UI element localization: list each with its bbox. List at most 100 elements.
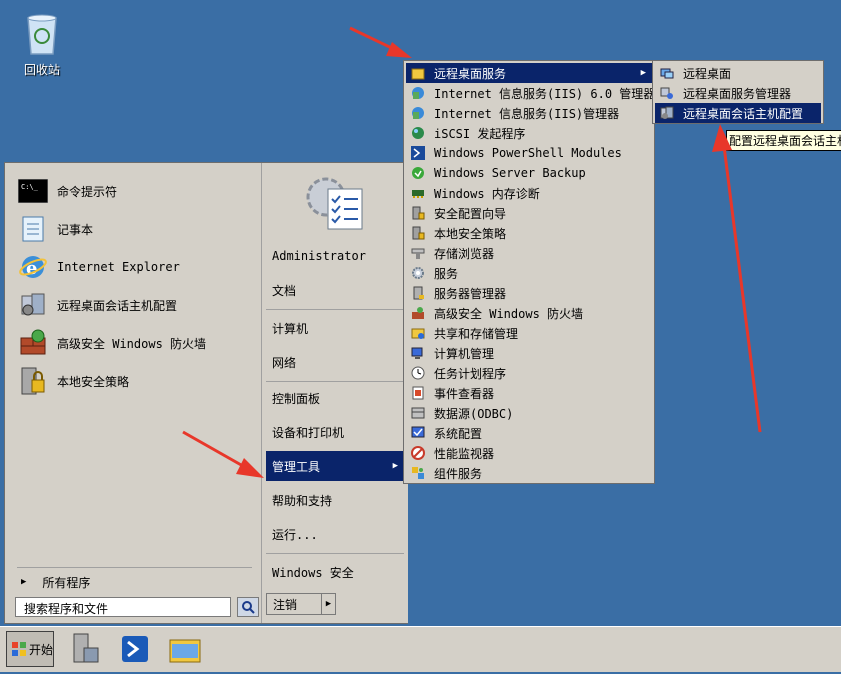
pinned-item-label: 远程桌面会话主机配置 — [57, 298, 178, 313]
run-label: 运行... — [272, 527, 318, 542]
admin-item-iis6[interactable]: Internet 信息服务(IIS) 6.0 管理器 — [406, 83, 656, 103]
search-input[interactable]: 搜索程序和文件 — [15, 597, 231, 617]
right-item-windows-security[interactable]: Windows 安全 — [266, 557, 404, 587]
separator — [266, 381, 404, 382]
wizard-icon — [410, 205, 426, 221]
recycle-bin[interactable]: 回收站 — [16, 12, 68, 78]
right-item-control-panel[interactable]: 控制面板 — [266, 383, 404, 413]
pinned-item-ie[interactable]: e Internet Explorer — [17, 249, 252, 285]
event-viewer-icon — [410, 385, 426, 401]
pinned-item-label: 命令提示符 — [57, 184, 118, 199]
clock-icon — [410, 365, 426, 381]
right-item-documents[interactable]: 文档 — [266, 275, 404, 305]
tooltip: 配置远程桌面会话主机 — [726, 130, 841, 151]
right-item-help[interactable]: 帮助和支持 — [266, 485, 404, 515]
network-label: 网络 — [272, 355, 297, 370]
pinned-item-notepad[interactable]: 记事本 — [17, 211, 252, 247]
admin-item-perfmon[interactable]: 性能监视器 — [406, 443, 652, 463]
all-programs-button[interactable]: ▶ 所有程序 — [17, 567, 252, 592]
search-icon — [242, 601, 255, 614]
pinned-item-firewall[interactable]: 高级安全 Windows 防火墙 — [17, 325, 252, 361]
rds-item-remote-desktop[interactable]: 远程桌面 — [655, 63, 821, 83]
menu-item-label: Internet 信息服务(IIS) 6.0 管理器 — [434, 86, 656, 101]
security-policy-icon — [410, 225, 426, 241]
settings-checklist-icon — [306, 177, 363, 230]
start-menu: C:\_ 命令提示符 记事本 e Internet Explorer 远程桌面会… — [4, 162, 408, 624]
menu-item-label: 服务 — [434, 266, 459, 281]
rds-item-session-host-config[interactable]: 远程桌面会话主机配置 — [655, 103, 821, 123]
admin-item-scw[interactable]: 安全配置向导 — [406, 203, 652, 223]
logoff-button[interactable]: 注销 — [266, 593, 322, 615]
admin-item-powershell[interactable]: Windows PowerShell Modules — [406, 143, 652, 163]
menu-item-label: 事件查看器 — [434, 386, 495, 401]
menu-item-label: 远程桌面 — [683, 66, 732, 81]
menu-item-label: Windows 内存诊断 — [434, 186, 540, 201]
admin-item-services[interactable]: 服务 — [406, 263, 652, 283]
taskbar-server-manager[interactable] — [62, 631, 108, 667]
triangle-right-icon: ▶ — [21, 577, 27, 587]
rds-item-services-manager[interactable]: 远程桌面服务管理器 — [655, 83, 821, 103]
admin-item-sysconfig[interactable]: 系统配置 — [406, 423, 652, 443]
admin-item-event-viewer[interactable]: 事件查看器 — [406, 383, 652, 403]
start-menu-left-panel: C:\_ 命令提示符 记事本 e Internet Explorer 远程桌面会… — [9, 167, 259, 621]
help-label: 帮助和支持 — [272, 493, 333, 508]
remote-desktop-icon — [659, 65, 675, 81]
admin-item-odbc[interactable]: 数据源(ODBC) — [406, 403, 652, 423]
admin-item-firewall[interactable]: 高级安全 Windows 防火墙 — [406, 303, 652, 323]
admin-item-storage-explorer[interactable]: 存储浏览器 — [406, 243, 652, 263]
right-item-network[interactable]: 网络 — [266, 347, 404, 377]
menu-item-label: 远程桌面会话主机配置 — [683, 106, 804, 121]
rds-manager-icon — [659, 85, 675, 101]
admin-item-iscsi[interactable]: iSCSI 发起程序 — [406, 123, 652, 143]
separator — [266, 309, 404, 310]
windows-logo-icon — [12, 642, 26, 656]
search-button[interactable] — [237, 597, 259, 617]
admin-item-share-storage[interactable]: 共享和存储管理 — [406, 323, 652, 343]
admin-item-backup[interactable]: Windows Server Backup — [406, 163, 652, 183]
menu-item-label: 系统配置 — [434, 426, 483, 441]
taskbar-powershell[interactable] — [112, 631, 158, 667]
security-policy-icon — [17, 365, 49, 397]
start-label: 开始 — [29, 642, 54, 657]
pinned-item-label: 本地安全策略 — [57, 374, 130, 389]
pinned-item-security-policy[interactable]: 本地安全策略 — [17, 363, 252, 399]
backup-icon — [410, 165, 426, 181]
pinned-item-cmd[interactable]: C:\_ 命令提示符 — [17, 173, 252, 209]
database-icon — [410, 405, 426, 421]
admin-item-local-sec[interactable]: 本地安全策略 — [406, 223, 652, 243]
admin-item-task-scheduler[interactable]: 任务计划程序 — [406, 363, 652, 383]
menu-item-label: 安全配置向导 — [434, 206, 507, 221]
right-item-devices[interactable]: 设备和打印机 — [266, 417, 404, 447]
menu-item-label: 高级安全 Windows 防火墙 — [434, 306, 584, 321]
recycle-bin-icon — [27, 14, 57, 55]
menu-item-label: Windows PowerShell Modules — [434, 146, 622, 160]
menu-item-label: 任务计划程序 — [434, 366, 507, 381]
documents-label: 文档 — [272, 283, 297, 298]
powershell-icon — [410, 145, 426, 161]
menu-item-label: 远程桌面服务管理器 — [683, 86, 792, 101]
start-menu-right-panel: Administrator 文档 计算机 网络 控制面板 设备和打印机 管理工具… — [261, 163, 408, 623]
admin-item-component-services[interactable]: 组件服务 — [406, 463, 652, 483]
taskbar-explorer[interactable] — [162, 631, 208, 667]
pinned-item-rds-config[interactable]: 远程桌面会话主机配置 — [17, 287, 252, 323]
admin-item-memory-diag[interactable]: Windows 内存诊断 — [406, 183, 652, 203]
user-name: Administrator — [272, 249, 366, 263]
start-button[interactable]: 开始 — [6, 631, 54, 667]
recycle-bin-label: 回收站 — [23, 63, 60, 77]
admin-item-server-manager[interactable]: 服务器管理器 — [406, 283, 652, 303]
triangle-right-icon: ▶ — [640, 68, 646, 78]
all-programs-label: 所有程序 — [42, 575, 91, 590]
computer-icon — [410, 345, 426, 361]
right-item-computer[interactable]: 计算机 — [266, 313, 404, 343]
ie-icon: e — [17, 251, 49, 283]
right-item-user[interactable]: Administrator — [266, 241, 404, 271]
admin-item-computer-mgmt[interactable]: 计算机管理 — [406, 343, 652, 363]
menu-item-label: Windows Server Backup — [434, 166, 586, 180]
admin-item-iis[interactable]: Internet 信息服务(IIS)管理器 — [406, 103, 652, 123]
right-item-admin-tools[interactable]: 管理工具 ▶ — [266, 451, 404, 481]
shutdown-options-button[interactable]: ▶ — [322, 593, 336, 615]
admin-item-rds[interactable]: 远程桌面服务 ▶ — [406, 63, 652, 83]
menu-item-label: iSCSI 发起程序 — [434, 126, 526, 141]
right-item-run[interactable]: 运行... — [266, 519, 404, 549]
menu-item-label: 性能监视器 — [434, 446, 495, 461]
